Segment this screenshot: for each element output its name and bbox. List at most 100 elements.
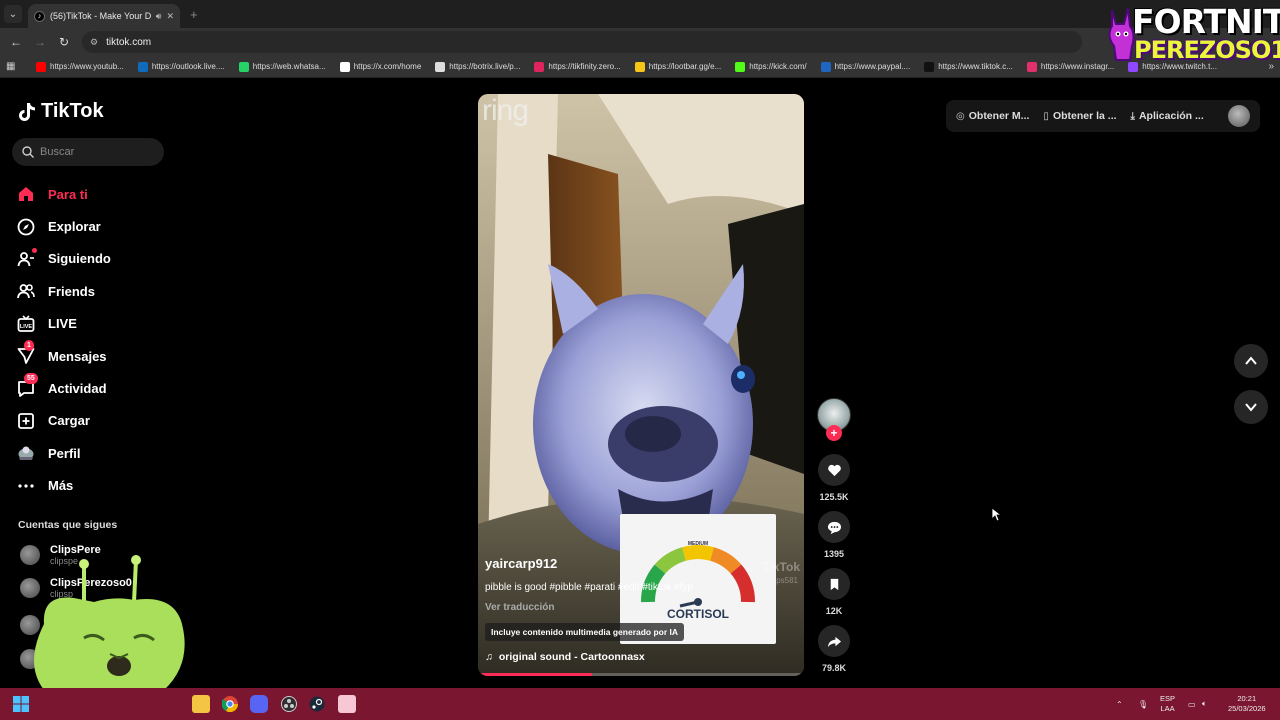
notification-badge: 1 xyxy=(24,340,34,352)
sidebar-item-para-ti[interactable]: Para ti xyxy=(16,178,186,210)
windows-start-icon[interactable] xyxy=(12,695,30,713)
input-language[interactable]: ESP LAA xyxy=(1160,694,1175,714)
pink-app-icon[interactable] xyxy=(338,695,356,713)
display-icon[interactable]: ▭ xyxy=(1188,688,1196,720)
bookmark-item[interactable]: https://www.paypal.... xyxy=(820,61,910,72)
video-progress-bar[interactable] xyxy=(478,673,804,676)
obs-icon[interactable] xyxy=(280,695,298,713)
following-section-title: Cuentas que sigues xyxy=(18,519,118,531)
back-button[interactable]: ← xyxy=(6,32,26,52)
sidebar-item-live[interactable]: LIVE LIVE xyxy=(16,308,186,340)
ring-watermark: ring xyxy=(482,94,529,127)
tray-overflow-icon[interactable]: ⌃ xyxy=(1116,688,1123,720)
lang-line1: ESP xyxy=(1160,694,1176,703)
close-tab-icon[interactable]: ✕ xyxy=(166,11,174,22)
search-icon xyxy=(22,146,34,158)
bookmark-item[interactable]: https://www.tiktok.c... xyxy=(924,61,1013,72)
video-caption: pibble is good #pibble #parati #edit #ti… xyxy=(485,582,693,593)
sidebar-item-mensajes[interactable]: 1 Mensajes xyxy=(16,340,186,372)
address-text: tiktok.com xyxy=(106,36,152,48)
sidebar-item-actividad[interactable]: 55 Actividad xyxy=(16,372,186,404)
tiktok-logo[interactable]: TikTok xyxy=(18,100,104,123)
sidebar-item-perfil[interactable]: Perfil xyxy=(16,437,186,469)
file-explorer-icon[interactable] xyxy=(192,695,210,713)
mouse-cursor-icon xyxy=(992,508,1002,522)
discord-icon[interactable] xyxy=(250,695,268,713)
share-button[interactable] xyxy=(818,625,850,657)
sidebar-item-label: Siguiendo xyxy=(48,251,111,267)
clock-date: 25/03/2026 xyxy=(1228,704,1266,713)
sidebar-item-friends[interactable]: Friends xyxy=(16,275,186,307)
bookmark-item[interactable]: https://outlook.live.... xyxy=(137,61,225,72)
bookmark-item[interactable]: https://lootbar.gg/e... xyxy=(634,61,721,72)
tab-search-button[interactable]: ⌄ xyxy=(4,5,22,23)
search-input[interactable]: Buscar xyxy=(12,138,164,166)
sound-title: original sound - Cartoonnasx xyxy=(498,651,645,663)
get-coins-button[interactable]: ◎ Obtener M... xyxy=(956,110,1029,122)
follow-plus-button[interactable]: + xyxy=(826,425,842,441)
bookmark-item[interactable]: https://kick.com/ xyxy=(735,61,807,72)
get-app-button[interactable]: ▯ Obtener la ... xyxy=(1043,110,1116,122)
bookmark-item[interactable]: https://x.com/home xyxy=(339,61,421,72)
profile-avatar[interactable] xyxy=(1228,105,1250,127)
sidebar-item-label: Para ti xyxy=(48,186,88,202)
tiktok-watermark-handle: ps581 xyxy=(776,576,798,585)
like-count: 125.5K xyxy=(819,492,849,502)
forward-button[interactable]: → xyxy=(30,32,50,52)
chrome-icon[interactable] xyxy=(221,695,239,713)
live-icon: LIVE xyxy=(16,314,36,334)
phone-icon: ▯ xyxy=(1043,110,1049,122)
sidebar-item-explorar[interactable]: Explorar xyxy=(16,210,186,242)
coin-icon: ◎ xyxy=(956,110,965,122)
bookmark-item[interactable]: https://tikfinity.zero... xyxy=(534,61,621,72)
video-player[interactable]: ring MEDIUM CORTISOL TikTok ps581 yairca… xyxy=(478,94,804,676)
steam-icon[interactable] xyxy=(308,695,326,713)
reload-button[interactable]: ↻ xyxy=(54,32,74,52)
save-button[interactable] xyxy=(818,568,850,600)
video-sound[interactable]: ♫ original sound - Cartoonnasx xyxy=(485,651,645,663)
bookmarks-bar: ▦ https://www.youtub... https://outlook.l… xyxy=(0,56,1280,78)
microphone-icon[interactable]: 🎙︎ xyxy=(1138,688,1148,720)
video-author[interactable]: yaircarp912 xyxy=(485,556,557,571)
new-tab-button[interactable]: + xyxy=(190,7,198,22)
tiktok-wordmark: TikTok xyxy=(41,100,104,122)
home-icon xyxy=(16,184,36,204)
bookmark-item[interactable]: https://botrix.live/p... xyxy=(435,61,521,72)
address-bar[interactable]: ⚙︎ tiktok.com xyxy=(82,31,1082,53)
sidebar-item-siguiendo[interactable]: Siguiendo xyxy=(16,243,186,275)
comment-button[interactable] xyxy=(818,511,850,543)
bookmark-item[interactable]: https://www.instagr... xyxy=(1026,61,1114,72)
volume-icon[interactable]: 🔈︎ xyxy=(1202,688,1207,720)
desktop-app-button[interactable]: ⤓ Aplicación ... xyxy=(1131,110,1204,122)
tab-tiktok[interactable]: ♪ (56)TikTok - Make Your Day 🔊︎ ✕ xyxy=(28,4,180,28)
sidebar-item-label: Cargar xyxy=(48,413,90,429)
activity-icon: 55 xyxy=(16,372,38,399)
bookmark-favicon-icon xyxy=(36,61,46,72)
svg-text:LIVE: LIVE xyxy=(20,324,33,330)
translate-link[interactable]: Ver traducción xyxy=(485,602,554,613)
speaker-icon[interactable]: 🔊︎ xyxy=(156,11,162,22)
previous-video-button[interactable] xyxy=(1234,344,1268,378)
tiktok-note-icon xyxy=(19,102,35,121)
site-info-icon[interactable]: ⚙︎ xyxy=(90,37,98,48)
like-button[interactable] xyxy=(818,454,850,486)
new-content-dot xyxy=(32,247,37,253)
taskbar-clock[interactable]: 20:21 25/03/2026 xyxy=(1228,694,1266,714)
bookmark-item[interactable]: https://web.whatsa... xyxy=(238,61,326,72)
bookmark-label: https://web.whatsa... xyxy=(252,62,326,71)
bookmark-icon xyxy=(830,578,838,590)
bookmark-item[interactable]: https://www.youtub... xyxy=(36,61,124,72)
desktop-app-label: Aplicación ... xyxy=(1138,110,1204,122)
bookmark-label: https://botrix.live/p... xyxy=(449,62,521,71)
bookmark-favicon-icon xyxy=(339,61,350,72)
sidebar-item-más[interactable]: Más xyxy=(16,470,186,502)
bookmark-label: https://outlook.live.... xyxy=(151,62,225,71)
next-video-button[interactable] xyxy=(1234,390,1268,424)
bookmark-favicon-icon xyxy=(924,61,935,72)
bookmark-favicon-icon xyxy=(435,61,446,72)
bookmark-favicon-icon xyxy=(634,61,645,72)
apps-grid-icon[interactable]: ▦ xyxy=(6,61,22,72)
sidebar-item-cargar[interactable]: Cargar xyxy=(16,405,186,437)
comment-count: 1395 xyxy=(823,549,845,559)
search-placeholder: Buscar xyxy=(40,146,75,158)
